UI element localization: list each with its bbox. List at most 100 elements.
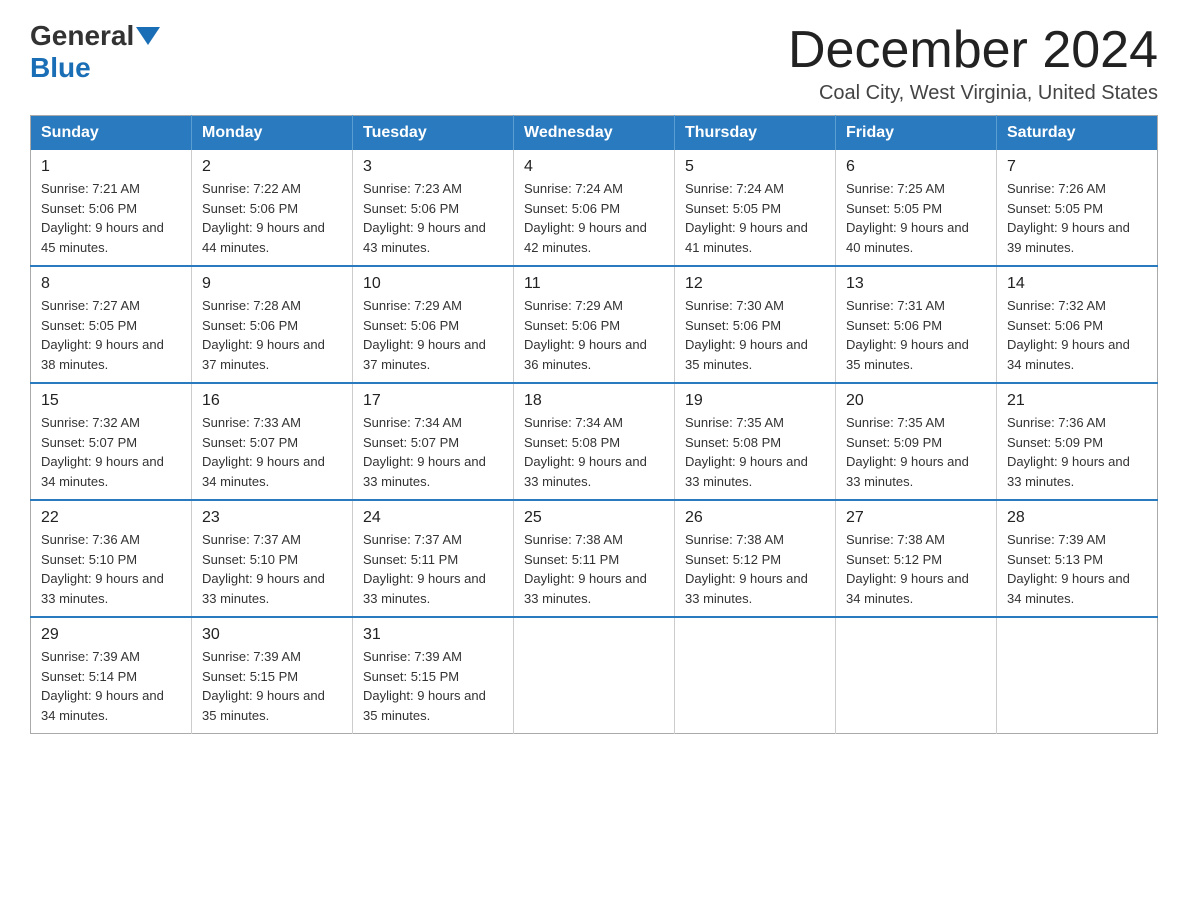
location-subtitle: Coal City, West Virginia, United States (788, 82, 1158, 105)
day-info: Sunrise: 7:38 AM Sunset: 5:12 PM Dayligh… (685, 530, 825, 608)
calendar-week-row: 29 Sunrise: 7:39 AM Sunset: 5:14 PM Dayl… (31, 617, 1158, 734)
calendar-cell: 14 Sunrise: 7:32 AM Sunset: 5:06 PM Dayl… (997, 266, 1158, 383)
calendar-cell: 29 Sunrise: 7:39 AM Sunset: 5:14 PM Dayl… (31, 617, 192, 734)
day-number: 1 (41, 158, 181, 176)
day-number: 12 (685, 275, 825, 293)
day-info: Sunrise: 7:35 AM Sunset: 5:08 PM Dayligh… (685, 413, 825, 491)
page-header: General Blue December 2024 Coal City, We… (30, 20, 1158, 105)
day-info: Sunrise: 7:33 AM Sunset: 5:07 PM Dayligh… (202, 413, 342, 491)
day-number: 25 (524, 509, 664, 527)
day-number: 3 (363, 158, 503, 176)
day-number: 11 (524, 275, 664, 293)
day-info: Sunrise: 7:24 AM Sunset: 5:05 PM Dayligh… (685, 179, 825, 257)
calendar-header-row: SundayMondayTuesdayWednesdayThursdayFrid… (31, 116, 1158, 151)
day-info: Sunrise: 7:32 AM Sunset: 5:06 PM Dayligh… (1007, 296, 1147, 374)
calendar-cell: 7 Sunrise: 7:26 AM Sunset: 5:05 PM Dayli… (997, 150, 1158, 266)
day-number: 22 (41, 509, 181, 527)
day-info: Sunrise: 7:31 AM Sunset: 5:06 PM Dayligh… (846, 296, 986, 374)
calendar-cell: 22 Sunrise: 7:36 AM Sunset: 5:10 PM Dayl… (31, 500, 192, 617)
day-info: Sunrise: 7:35 AM Sunset: 5:09 PM Dayligh… (846, 413, 986, 491)
col-header-friday: Friday (836, 116, 997, 151)
calendar-cell: 6 Sunrise: 7:25 AM Sunset: 5:05 PM Dayli… (836, 150, 997, 266)
logo-blue-text: Blue (30, 52, 91, 83)
day-number: 27 (846, 509, 986, 527)
calendar-cell: 23 Sunrise: 7:37 AM Sunset: 5:10 PM Dayl… (192, 500, 353, 617)
day-number: 10 (363, 275, 503, 293)
day-number: 29 (41, 626, 181, 644)
calendar-week-row: 22 Sunrise: 7:36 AM Sunset: 5:10 PM Dayl… (31, 500, 1158, 617)
day-info: Sunrise: 7:39 AM Sunset: 5:15 PM Dayligh… (363, 647, 503, 725)
day-info: Sunrise: 7:27 AM Sunset: 5:05 PM Dayligh… (41, 296, 181, 374)
calendar-cell: 9 Sunrise: 7:28 AM Sunset: 5:06 PM Dayli… (192, 266, 353, 383)
col-header-saturday: Saturday (997, 116, 1158, 151)
calendar-cell: 26 Sunrise: 7:38 AM Sunset: 5:12 PM Dayl… (675, 500, 836, 617)
calendar-cell: 27 Sunrise: 7:38 AM Sunset: 5:12 PM Dayl… (836, 500, 997, 617)
day-number: 18 (524, 392, 664, 410)
calendar-cell: 28 Sunrise: 7:39 AM Sunset: 5:13 PM Dayl… (997, 500, 1158, 617)
day-number: 21 (1007, 392, 1147, 410)
calendar-cell: 1 Sunrise: 7:21 AM Sunset: 5:06 PM Dayli… (31, 150, 192, 266)
calendar-cell: 25 Sunrise: 7:38 AM Sunset: 5:11 PM Dayl… (514, 500, 675, 617)
calendar-cell: 2 Sunrise: 7:22 AM Sunset: 5:06 PM Dayli… (192, 150, 353, 266)
day-info: Sunrise: 7:39 AM Sunset: 5:14 PM Dayligh… (41, 647, 181, 725)
calendar-cell (514, 617, 675, 734)
day-number: 20 (846, 392, 986, 410)
day-info: Sunrise: 7:39 AM Sunset: 5:13 PM Dayligh… (1007, 530, 1147, 608)
col-header-sunday: Sunday (31, 116, 192, 151)
title-area: December 2024 Coal City, West Virginia, … (788, 20, 1158, 105)
calendar-cell: 12 Sunrise: 7:30 AM Sunset: 5:06 PM Dayl… (675, 266, 836, 383)
day-info: Sunrise: 7:24 AM Sunset: 5:06 PM Dayligh… (524, 179, 664, 257)
col-header-tuesday: Tuesday (353, 116, 514, 151)
calendar-cell (836, 617, 997, 734)
calendar-cell: 17 Sunrise: 7:34 AM Sunset: 5:07 PM Dayl… (353, 383, 514, 500)
day-number: 6 (846, 158, 986, 176)
day-number: 14 (1007, 275, 1147, 293)
day-info: Sunrise: 7:32 AM Sunset: 5:07 PM Dayligh… (41, 413, 181, 491)
day-info: Sunrise: 7:23 AM Sunset: 5:06 PM Dayligh… (363, 179, 503, 257)
calendar-cell: 24 Sunrise: 7:37 AM Sunset: 5:11 PM Dayl… (353, 500, 514, 617)
day-info: Sunrise: 7:38 AM Sunset: 5:11 PM Dayligh… (524, 530, 664, 608)
day-number: 19 (685, 392, 825, 410)
calendar-cell: 5 Sunrise: 7:24 AM Sunset: 5:05 PM Dayli… (675, 150, 836, 266)
day-number: 28 (1007, 509, 1147, 527)
calendar-cell (675, 617, 836, 734)
logo: General Blue (30, 20, 162, 84)
calendar-week-row: 1 Sunrise: 7:21 AM Sunset: 5:06 PM Dayli… (31, 150, 1158, 266)
day-info: Sunrise: 7:28 AM Sunset: 5:06 PM Dayligh… (202, 296, 342, 374)
day-number: 4 (524, 158, 664, 176)
day-info: Sunrise: 7:34 AM Sunset: 5:07 PM Dayligh… (363, 413, 503, 491)
day-info: Sunrise: 7:38 AM Sunset: 5:12 PM Dayligh… (846, 530, 986, 608)
logo-general-text: General (30, 20, 134, 52)
day-info: Sunrise: 7:22 AM Sunset: 5:06 PM Dayligh… (202, 179, 342, 257)
calendar-cell: 4 Sunrise: 7:24 AM Sunset: 5:06 PM Dayli… (514, 150, 675, 266)
calendar-week-row: 15 Sunrise: 7:32 AM Sunset: 5:07 PM Dayl… (31, 383, 1158, 500)
calendar-cell: 3 Sunrise: 7:23 AM Sunset: 5:06 PM Dayli… (353, 150, 514, 266)
day-info: Sunrise: 7:30 AM Sunset: 5:06 PM Dayligh… (685, 296, 825, 374)
col-header-wednesday: Wednesday (514, 116, 675, 151)
calendar-cell: 16 Sunrise: 7:33 AM Sunset: 5:07 PM Dayl… (192, 383, 353, 500)
calendar-cell: 11 Sunrise: 7:29 AM Sunset: 5:06 PM Dayl… (514, 266, 675, 383)
day-info: Sunrise: 7:26 AM Sunset: 5:05 PM Dayligh… (1007, 179, 1147, 257)
calendar-cell: 13 Sunrise: 7:31 AM Sunset: 5:06 PM Dayl… (836, 266, 997, 383)
day-info: Sunrise: 7:21 AM Sunset: 5:06 PM Dayligh… (41, 179, 181, 257)
col-header-thursday: Thursday (675, 116, 836, 151)
day-number: 9 (202, 275, 342, 293)
day-info: Sunrise: 7:39 AM Sunset: 5:15 PM Dayligh… (202, 647, 342, 725)
day-number: 17 (363, 392, 503, 410)
calendar-cell: 19 Sunrise: 7:35 AM Sunset: 5:08 PM Dayl… (675, 383, 836, 500)
day-number: 24 (363, 509, 503, 527)
day-number: 8 (41, 275, 181, 293)
calendar-cell: 18 Sunrise: 7:34 AM Sunset: 5:08 PM Dayl… (514, 383, 675, 500)
calendar-cell: 8 Sunrise: 7:27 AM Sunset: 5:05 PM Dayli… (31, 266, 192, 383)
calendar-cell: 20 Sunrise: 7:35 AM Sunset: 5:09 PM Dayl… (836, 383, 997, 500)
calendar-cell: 31 Sunrise: 7:39 AM Sunset: 5:15 PM Dayl… (353, 617, 514, 734)
day-info: Sunrise: 7:34 AM Sunset: 5:08 PM Dayligh… (524, 413, 664, 491)
calendar-cell: 30 Sunrise: 7:39 AM Sunset: 5:15 PM Dayl… (192, 617, 353, 734)
calendar-table: SundayMondayTuesdayWednesdayThursdayFrid… (30, 115, 1158, 734)
month-year-title: December 2024 (788, 20, 1158, 80)
col-header-monday: Monday (192, 116, 353, 151)
day-info: Sunrise: 7:36 AM Sunset: 5:10 PM Dayligh… (41, 530, 181, 608)
logo-arrow-icon (136, 27, 160, 45)
day-number: 5 (685, 158, 825, 176)
day-number: 30 (202, 626, 342, 644)
